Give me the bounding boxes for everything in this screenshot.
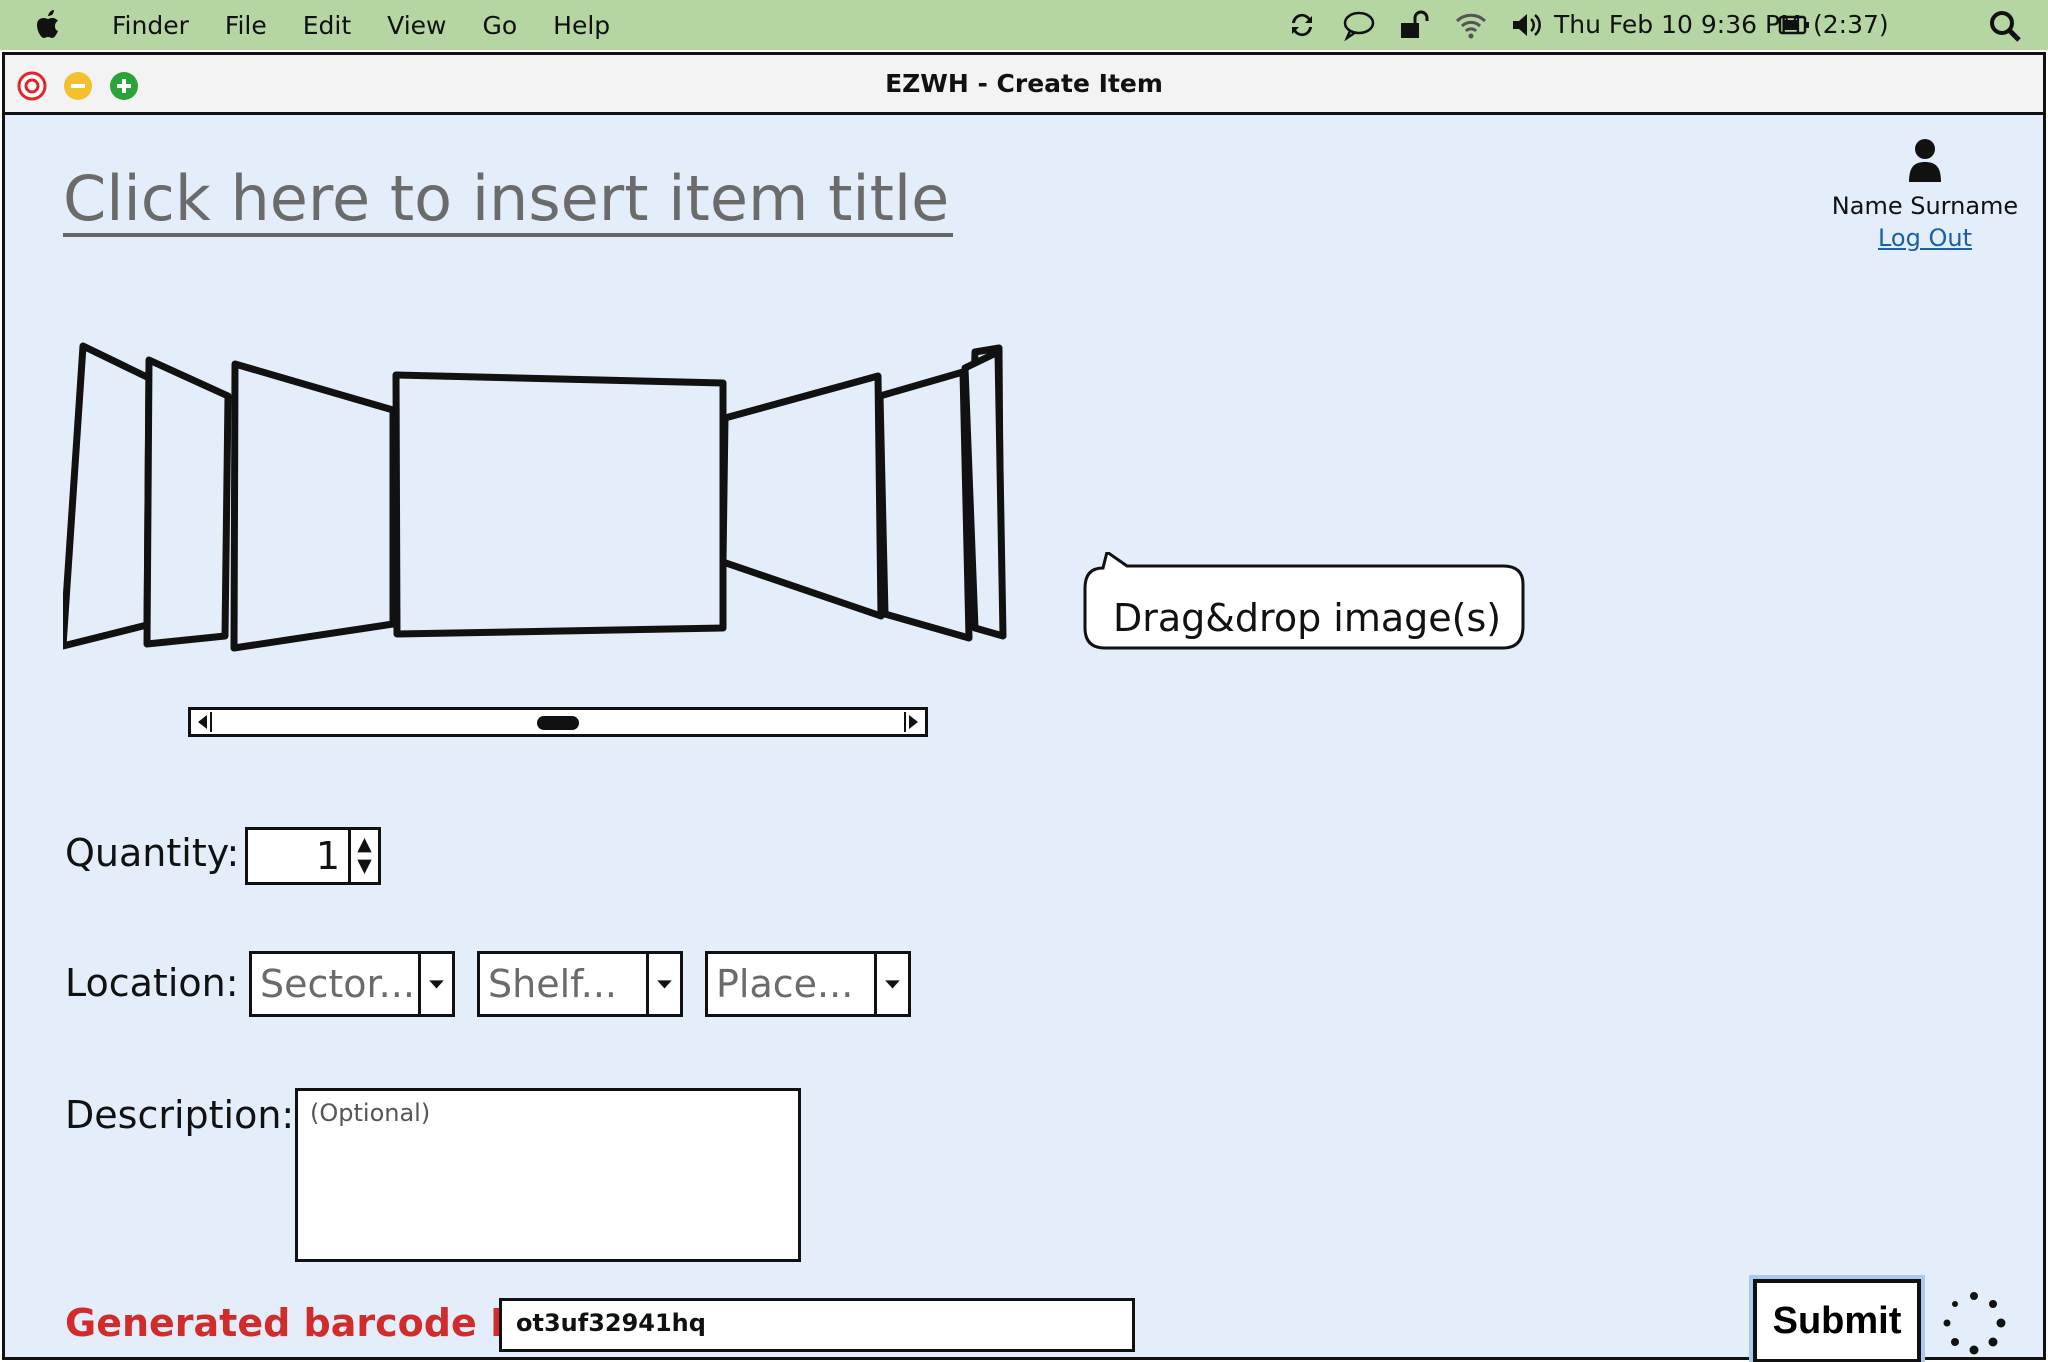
chat-bubble-icon[interactable] bbox=[1342, 9, 1376, 41]
scroll-thumb[interactable] bbox=[537, 716, 579, 730]
location-label: Location: bbox=[65, 961, 239, 1005]
scroll-right-arrow-icon[interactable] bbox=[903, 712, 923, 732]
menu-view[interactable]: View bbox=[387, 11, 446, 40]
submit-button[interactable]: Submit bbox=[1753, 1279, 1921, 1362]
wifi-icon[interactable] bbox=[1454, 9, 1488, 41]
menu-go[interactable]: Go bbox=[482, 11, 517, 40]
menu-finder[interactable]: Finder bbox=[112, 11, 189, 40]
app-window: EZWH - Create Item Click here to insert … bbox=[2, 52, 2046, 1362]
barcode-value: ot3uf32941hq bbox=[516, 1309, 706, 1337]
chevron-down-icon[interactable] bbox=[874, 954, 908, 1014]
battery-icon[interactable] bbox=[1778, 14, 1810, 36]
chevron-down-icon[interactable] bbox=[646, 954, 680, 1014]
menu-help[interactable]: Help bbox=[553, 11, 610, 40]
create-item-form: Click here to insert item title... Name … bbox=[5, 118, 2043, 1362]
search-icon[interactable] bbox=[1988, 9, 2022, 43]
carousel-scrollbar[interactable] bbox=[188, 707, 928, 737]
description-textarea[interactable]: (Optional) bbox=[295, 1088, 801, 1262]
dragdrop-hint: Drag&drop image(s) bbox=[1113, 596, 1502, 640]
carousel-slot-right-near bbox=[719, 372, 885, 620]
logout-link[interactable]: Log Out bbox=[1825, 224, 2025, 252]
description-label: Description: bbox=[65, 1093, 295, 1137]
shelf-select-value: Shelf... bbox=[488, 962, 617, 1006]
menu-edit[interactable]: Edit bbox=[303, 11, 351, 40]
image-carousel[interactable] bbox=[63, 340, 1053, 660]
unlock-icon[interactable] bbox=[1398, 9, 1432, 41]
apple-icon[interactable] bbox=[34, 9, 64, 41]
battery-time: (2:37) bbox=[1813, 10, 1889, 39]
user-avatar-icon bbox=[1909, 139, 1941, 182]
sector-select-value: Sector... bbox=[260, 962, 415, 1006]
shelf-select[interactable]: Shelf... bbox=[477, 951, 683, 1017]
volume-icon[interactable] bbox=[1510, 9, 1544, 41]
quantity-label: Quantity: bbox=[65, 831, 240, 875]
user-panel: Name Surname Log Out bbox=[1825, 138, 2025, 252]
sector-select[interactable]: Sector... bbox=[249, 951, 455, 1017]
quantity-stepper[interactable]: 1 bbox=[245, 827, 381, 885]
status-area: Thu Feb 10 9:36 PM (2:37) bbox=[1248, 0, 2048, 50]
menu-file[interactable]: File bbox=[225, 11, 267, 40]
stepper-arrows-icon[interactable] bbox=[348, 830, 378, 882]
loading-spinner-icon bbox=[1943, 1292, 2006, 1355]
window-title: EZWH - Create Item bbox=[885, 69, 1163, 98]
quantity-value[interactable]: 1 bbox=[316, 834, 340, 878]
place-select-value: Place... bbox=[716, 962, 854, 1006]
chevron-down-icon[interactable] bbox=[418, 954, 452, 1014]
barcode-label: Generated barcode ID: bbox=[65, 1301, 551, 1345]
scroll-left-arrow-icon[interactable] bbox=[193, 712, 213, 732]
menu-bar: Finder File Edit View Go Help Thu Feb 10… bbox=[0, 0, 2048, 50]
carousel-slot-right-inner bbox=[876, 368, 973, 642]
barcode-field[interactable]: ot3uf32941hq bbox=[499, 1298, 1135, 1352]
clock[interactable]: Thu Feb 10 9:36 PM bbox=[1554, 10, 1802, 39]
item-title-input[interactable]: Click here to insert item title... bbox=[63, 162, 953, 237]
user-name: Name Surname bbox=[1831, 192, 2019, 220]
description-placeholder: (Optional) bbox=[310, 1099, 431, 1127]
carousel-slot-left-outer bbox=[143, 356, 232, 648]
carousel-slot-left-inner bbox=[230, 360, 397, 652]
window-titlebar[interactable]: EZWH - Create Item bbox=[5, 55, 2043, 115]
place-select[interactable]: Place... bbox=[705, 951, 911, 1017]
carousel-slot-center bbox=[392, 371, 727, 638]
sync-icon[interactable] bbox=[1286, 9, 1318, 41]
carousel-slot-left-far bbox=[63, 342, 153, 650]
